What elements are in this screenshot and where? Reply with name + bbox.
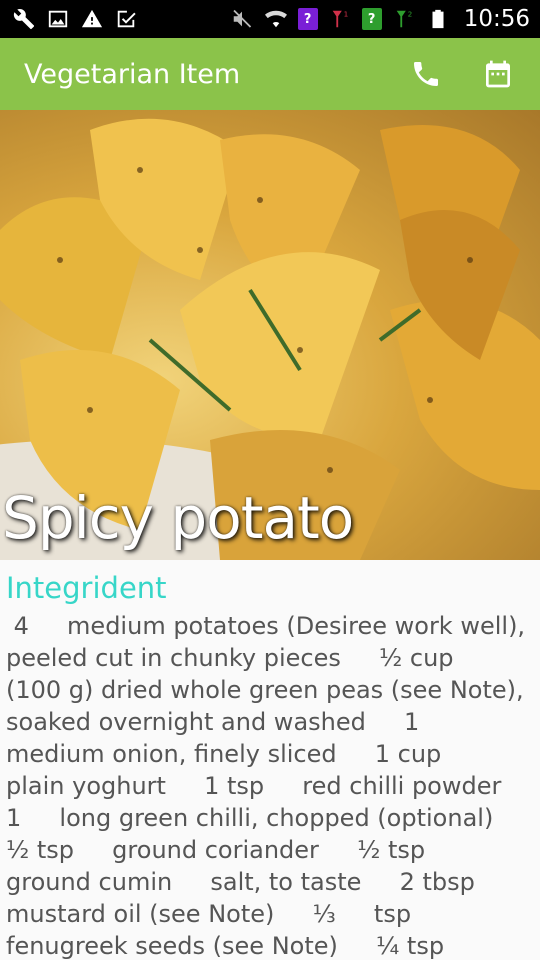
signal2-icon: 2: [392, 7, 416, 31]
phone-icon: [414, 62, 438, 86]
image-icon: [46, 7, 70, 31]
recipe-content: Integrident 4 medium potatoes (Desiree w…: [0, 560, 540, 960]
app-toolbar: Vegetarian Item: [0, 38, 540, 110]
sim1-unknown-icon: ?: [297, 8, 318, 30]
mute-icon: [230, 7, 254, 31]
calendar-icon: [486, 60, 510, 88]
sim2-unknown-icon: ?: [361, 8, 382, 30]
svg-text:1: 1: [343, 9, 348, 18]
battery-icon: [426, 7, 450, 31]
ingredients-heading: Integrident: [6, 571, 167, 605]
recipe-hero-image: Spicy potato: [0, 110, 540, 560]
check-box-icon: [114, 7, 138, 31]
status-right: ? 1 ? 2 10:56: [230, 6, 530, 32]
call-button[interactable]: [404, 52, 448, 96]
warning-icon: [80, 7, 104, 31]
svg-text:2: 2: [407, 9, 412, 18]
app-title: Vegetarian Item: [24, 58, 241, 90]
ingredients-text: 4 medium potatoes (Desiree work well), p…: [6, 612, 526, 960]
wrench-icon: [12, 7, 36, 31]
calendar-button[interactable]: [476, 52, 520, 96]
status-clock: 10:56: [463, 6, 530, 32]
recipe-title: Spicy potato: [2, 484, 354, 552]
signal1-icon: 1: [328, 7, 352, 31]
status-left: [12, 7, 138, 31]
wifi-icon: [264, 7, 288, 31]
status-bar: ? 1 ? 2 10:56: [0, 0, 540, 38]
